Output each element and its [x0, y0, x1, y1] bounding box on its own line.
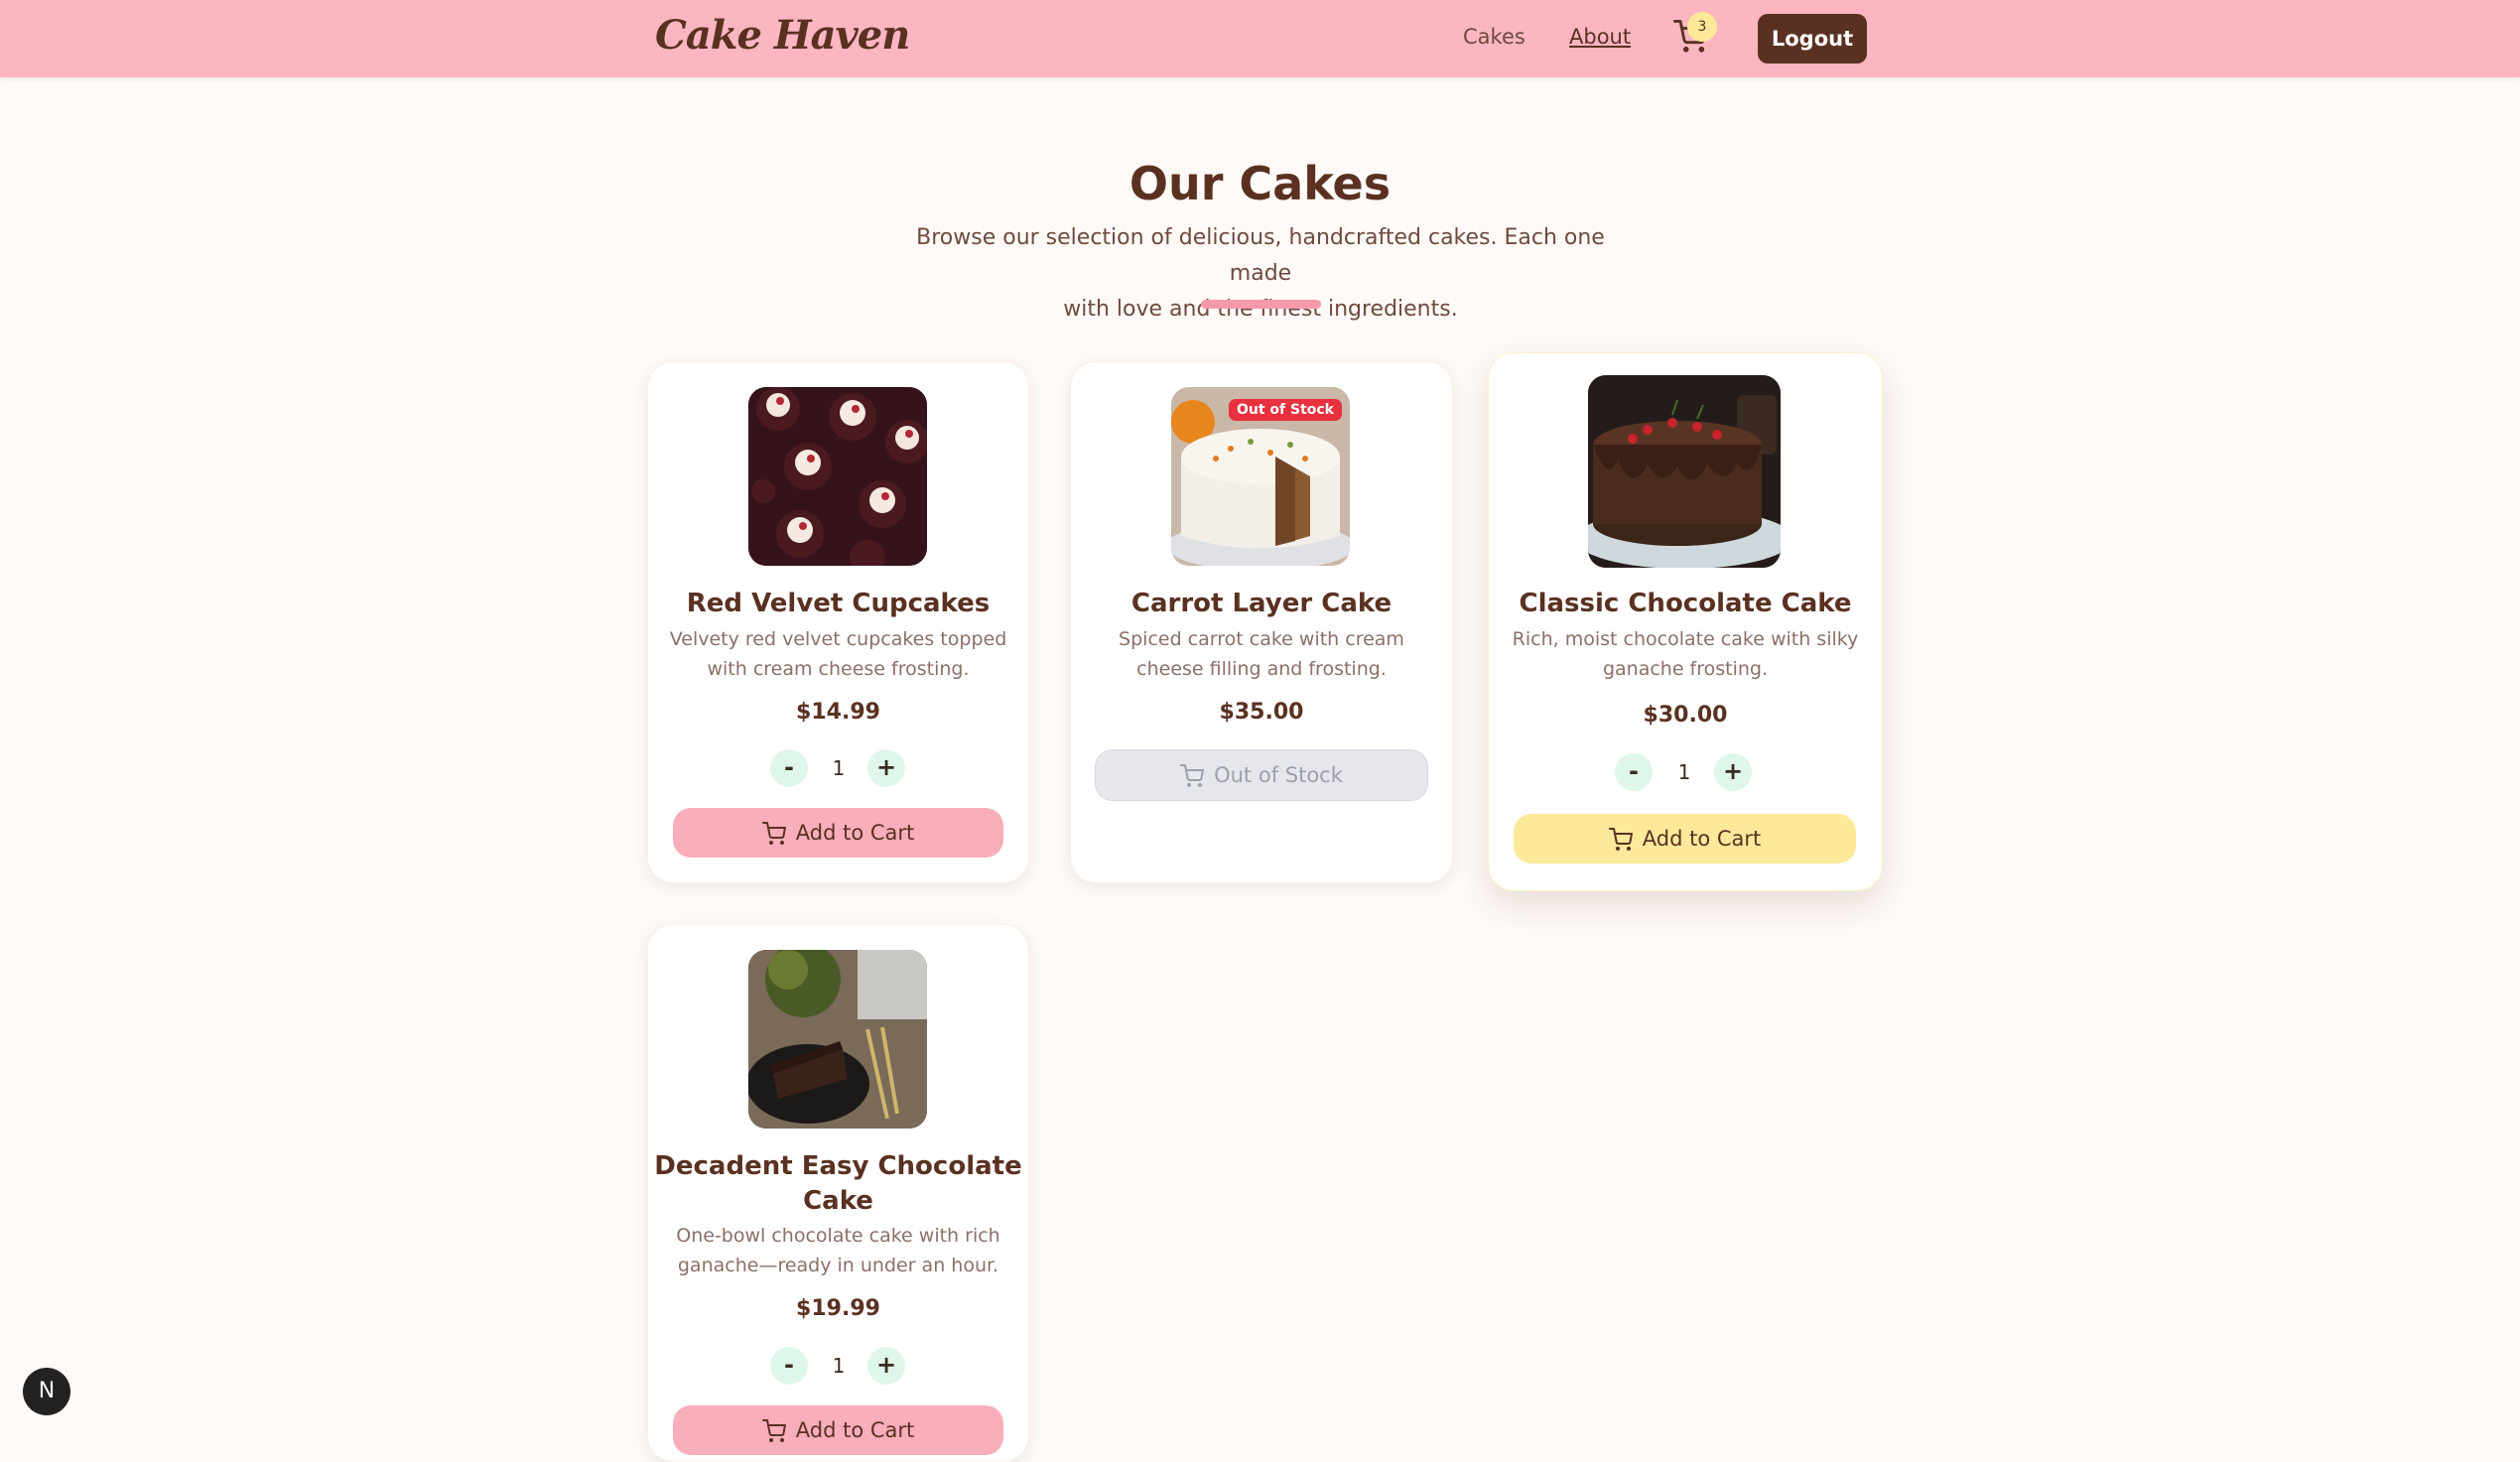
- title-underline: [1201, 300, 1321, 309]
- add-to-cart-button[interactable]: Add to Cart: [673, 808, 1003, 858]
- chocolate-cake-image: [1588, 375, 1781, 568]
- add-to-cart-button[interactable]: Add to Cart: [1514, 814, 1856, 864]
- site-logo[interactable]: Cake Haven: [655, 12, 910, 59]
- quantity-value: 1: [832, 1354, 846, 1378]
- cart-icon: [761, 1419, 786, 1442]
- product-price: $14.99: [796, 700, 880, 725]
- quantity-increase-button[interactable]: +: [867, 1347, 905, 1385]
- quantity-increase-button[interactable]: +: [1714, 753, 1752, 791]
- product-description: Rich, moist chocolate cake with silky ga…: [1509, 624, 1862, 684]
- quantity-increase-button[interactable]: +: [867, 749, 905, 787]
- cart-icon: [1608, 828, 1633, 851]
- product-card: Decadent Easy Chocolate Cake One-bowl ch…: [647, 924, 1029, 1462]
- quantity-decrease-button[interactable]: -: [770, 1347, 808, 1385]
- product-description-line: cheese filling and frosting.: [1136, 658, 1387, 680]
- out-of-stock-badge: Out of Stock: [1228, 399, 1342, 421]
- product-description: Spiced carrot cake with cream cheese fil…: [1091, 624, 1432, 684]
- product-price: $30.00: [1643, 703, 1728, 728]
- product-price: $19.99: [796, 1296, 880, 1321]
- nav-link-about[interactable]: About: [1569, 25, 1631, 49]
- page-title: Our Cakes: [1128, 157, 1392, 210]
- product-description-line: with cream cheese frosting.: [707, 658, 970, 680]
- product-description: One-bowl chocolate cake with rich ganach…: [668, 1221, 1008, 1280]
- product-name-line: Cake: [803, 1186, 873, 1216]
- cart-icon: [761, 822, 786, 845]
- product-price: $35.00: [1219, 700, 1304, 725]
- add-to-cart-label: Add to Cart: [795, 821, 915, 845]
- chocolate-slice-image: [748, 950, 927, 1129]
- product-description-line: One-bowl chocolate cake with rich: [676, 1225, 1000, 1247]
- add-to-cart-label: Add to Cart: [795, 1418, 915, 1442]
- product-card: Classic Chocolate Cake Rich, moist choco…: [1488, 352, 1883, 891]
- out-of-stock-button: Out of Stock: [1095, 749, 1428, 801]
- product-name: Classic Chocolate Cake: [1519, 589, 1852, 618]
- cupcakes-image: [748, 387, 927, 566]
- dev-tools-badge[interactable]: N: [23, 1368, 70, 1415]
- logout-button[interactable]: Logout: [1758, 14, 1867, 64]
- quantity-decrease-button[interactable]: -: [770, 749, 808, 787]
- top-nav-bar: Cake Haven Cakes About 3 Logout: [0, 0, 2520, 77]
- out-of-stock-label: Out of Stock: [1214, 763, 1343, 787]
- product-description-line: ganache frosting.: [1602, 658, 1769, 680]
- product-description-line: Velvety red velvet cupcakes topped: [669, 628, 1007, 650]
- product-description: Velvety red velvet cupcakes topped with …: [668, 624, 1008, 684]
- carrot-cake-image: Out of Stock: [1171, 387, 1350, 566]
- product-description-line: ganache—ready in under an hour.: [677, 1255, 999, 1276]
- product-description-line: Rich, moist chocolate cake with silky: [1512, 628, 1859, 650]
- quantity-decrease-button[interactable]: -: [1615, 753, 1653, 791]
- page-subtitle-line: Browse our selection of delicious, handc…: [916, 225, 1605, 286]
- nav-link-cakes[interactable]: Cakes: [1463, 25, 1525, 49]
- product-name-line: Decadent Easy Chocolate: [654, 1151, 1022, 1181]
- quantity-value: 1: [1677, 760, 1691, 784]
- cart-count-badge: 3: [1687, 12, 1717, 42]
- add-to-cart-label: Add to Cart: [1642, 827, 1762, 851]
- product-name: Carrot Layer Cake: [1130, 589, 1393, 618]
- product-name: Decadent Easy Chocolate Cake: [648, 1149, 1028, 1219]
- page-subtitle: Browse our selection of delicious, handc…: [893, 220, 1628, 328]
- product-card: Red Velvet Cupcakes Velvety red velvet c…: [647, 361, 1029, 883]
- product-description-line: Spiced carrot cake with cream: [1119, 628, 1404, 650]
- product-card: Out of Stock Carrot Layer Cake Spiced ca…: [1070, 361, 1453, 883]
- product-name: Red Velvet Cupcakes: [686, 589, 991, 618]
- add-to-cart-button[interactable]: Add to Cart: [673, 1405, 1003, 1455]
- quantity-value: 1: [832, 756, 846, 780]
- cart-icon: [1180, 764, 1205, 787]
- page-subtitle-line: with love and the finest ingredients.: [1063, 297, 1458, 322]
